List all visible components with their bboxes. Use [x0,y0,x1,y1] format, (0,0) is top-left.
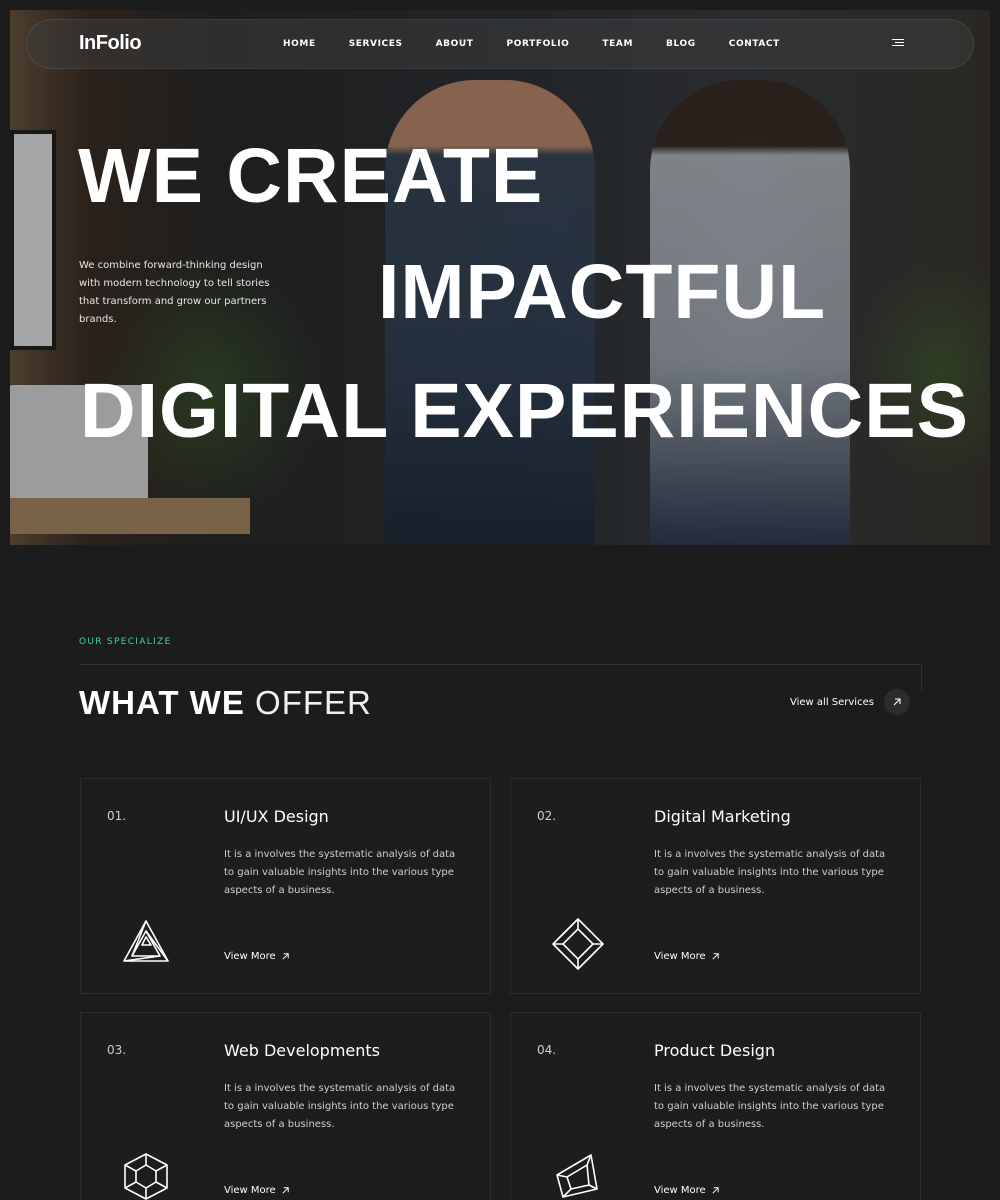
view-more-label: View More [654,1185,706,1196]
nav-item-blog[interactable]: BLOG [666,39,696,49]
impossible-cube-icon [121,1151,171,1200]
nav-item-services[interactable]: SERVICES [349,39,403,49]
service-card-web-developments: 03. Web Developments It is a involves th… [80,1012,491,1200]
arrow-up-right-icon [883,689,910,715]
hero-photo-monitor [10,130,56,350]
nav-item-team[interactable]: TEAM [602,39,633,49]
service-card-ui-ux: 01. UI/UX Design It is a involves the sy… [80,778,491,994]
view-more-label: View More [224,951,276,962]
section-divider-vertical [921,664,922,690]
arrow-up-right-icon [282,953,289,960]
view-more-label: View More [654,951,706,962]
hamburger-menu-icon[interactable] [892,39,904,49]
hero-photo-desk [10,498,250,534]
card-title: Product Design [654,1041,776,1060]
card-number: 04. [537,1043,557,1057]
card-description: It is a involves the systematic analysis… [224,1083,456,1130]
hero-description: We combine forward-thinking design with … [79,260,270,325]
hero-headline-line-3: DIGITAL EXPERIENCES [80,368,969,454]
card-description: It is a involves the systematic analysis… [224,849,456,896]
view-more-link[interactable]: View More [224,1185,290,1196]
nav-item-contact[interactable]: CONTACT [729,39,780,49]
card-title: UI/UX Design [224,807,329,826]
impossible-shape-icon [551,1151,601,1200]
arrow-up-right-icon [282,1187,289,1194]
section-divider [79,664,922,665]
card-title: Digital Marketing [654,807,791,826]
view-all-services-link[interactable]: View all Services [790,689,910,715]
view-more-label: View More [224,1185,276,1196]
card-number: 02. [537,809,557,823]
impossible-triangle-icon [121,917,171,967]
nav-links: HOME SERVICES ABOUT PORTFOLIO TEAM BLOG … [283,39,813,49]
section-title-light: OFFER [255,684,372,721]
arrow-up-right-icon [712,1187,719,1194]
view-more-link[interactable]: View More [654,951,720,962]
arrow-up-right-icon [712,953,719,960]
view-more-link[interactable]: View More [224,951,290,962]
card-number: 01. [107,809,127,823]
hero-headline-line-2: IMPACTFUL [378,249,827,335]
nav-item-portfolio[interactable]: PORTFOLIO [507,39,570,49]
nav-item-about[interactable]: ABOUT [436,39,474,49]
section-title: WHAT WE OFFER [79,684,372,722]
card-description: It is a involves the systematic analysis… [654,1083,886,1130]
view-all-services-label: View all Services [790,696,874,708]
card-number: 03. [107,1043,127,1057]
impossible-square-icon [551,917,604,970]
section-eyebrow: OUR SPECIALIZE [79,637,172,647]
card-description: It is a involves the systematic analysis… [654,849,886,896]
nav-item-home[interactable]: HOME [283,39,316,49]
service-card-product-design: 04. Product Design It is a involves the … [510,1012,921,1200]
logo[interactable]: InFolio [79,32,142,55]
view-more-link[interactable]: View More [654,1185,720,1196]
hero-headline-line-1: WE CREATE [78,133,544,219]
top-navigation: InFolio HOME SERVICES ABOUT PORTFOLIO TE… [26,19,974,69]
section-title-strong: WHAT WE [79,684,245,721]
service-card-digital-marketing: 02. Digital Marketing It is a involves t… [510,778,921,994]
card-title: Web Developments [224,1041,381,1060]
